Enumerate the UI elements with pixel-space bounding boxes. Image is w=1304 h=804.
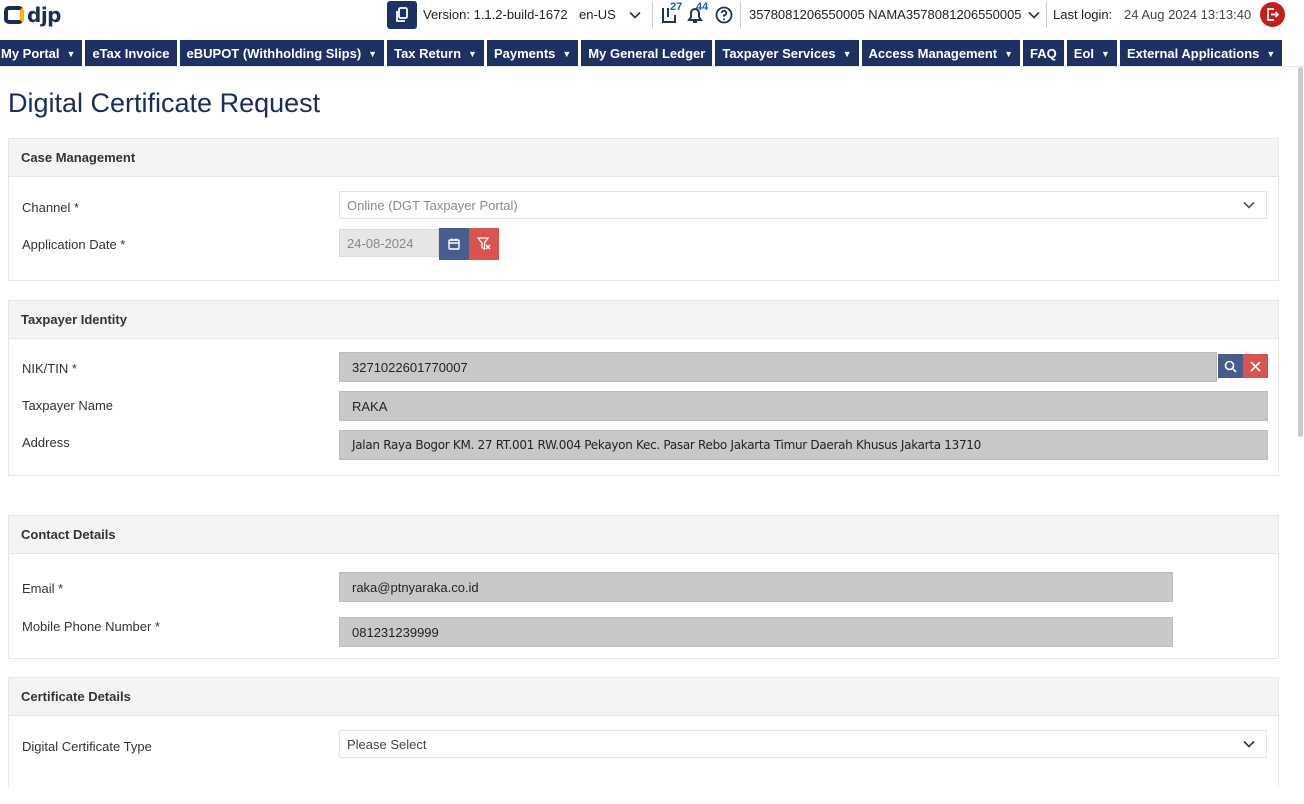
help-icon[interactable] xyxy=(715,6,733,24)
caret-down-icon: ▼ xyxy=(562,48,572,59)
nav-item-etax-invoice[interactable]: eTax Invoice xyxy=(85,40,177,67)
nav-item-label: Tax Return xyxy=(394,46,462,61)
documents-badge: 27 xyxy=(670,1,683,13)
djp-logo[interactable]: djp xyxy=(4,2,62,28)
copy-icon xyxy=(396,7,408,22)
certificate-type-select[interactable]: Please Select xyxy=(339,730,1267,758)
clear-date-button[interactable] xyxy=(469,228,499,260)
certificate-details-section: Certificate Details Digital Certificate … xyxy=(8,677,1279,787)
logout-icon xyxy=(1267,8,1280,21)
last-login-label: Last login: xyxy=(1053,7,1113,22)
certificate-type-label: Digital Certificate Type xyxy=(22,739,152,754)
search-button[interactable] xyxy=(1218,354,1243,378)
channel-value: Online (DGT Taxpayer Portal) xyxy=(347,197,518,213)
page-title: Digital Certificate Request xyxy=(8,88,321,118)
calendar-icon xyxy=(448,238,460,250)
application-date-label: Application Date * xyxy=(22,237,126,252)
version-text: Version: 1.1.2-build-1672 xyxy=(423,7,568,22)
notifications-badge: 44 xyxy=(696,1,709,13)
taxpayer-name-label: Taxpayer Name xyxy=(22,398,114,413)
nav-item-access-management[interactable]: Access Management ▼ xyxy=(861,40,1021,67)
case-management-section: Case Management Channel * Online (DGT Ta… xyxy=(8,138,1279,281)
clear-button[interactable] xyxy=(1243,354,1268,378)
page-scrollbar[interactable] xyxy=(1296,67,1304,757)
channel-select[interactable]: Online (DGT Taxpayer Portal) xyxy=(339,191,1267,219)
nav-item-payments[interactable]: Payments ▼ xyxy=(486,40,579,67)
nav-item-label: eBUPOT (Withholding Slips) xyxy=(186,46,362,61)
section-title: Taxpayer Identity xyxy=(9,301,1278,339)
section-title: Certificate Details xyxy=(9,678,1278,716)
search-icon xyxy=(1224,360,1237,373)
nav-item-my-portal[interactable]: My Portal ▼ xyxy=(0,40,83,67)
chevron-down-icon[interactable] xyxy=(628,8,642,22)
caret-down-icon: ▼ xyxy=(1004,48,1014,59)
divider xyxy=(652,2,653,28)
nav-item-faq[interactable]: FAQ xyxy=(1023,40,1064,67)
main-navigation: My Portal ▼ eTax Invoice eBUPOT (Withholdin… xyxy=(0,40,1285,67)
caret-down-icon: ▼ xyxy=(468,48,477,59)
nav-item-label: FAQ xyxy=(1030,46,1057,61)
caret-down-icon: ▼ xyxy=(66,48,76,59)
divider xyxy=(1046,2,1047,28)
application-date-input[interactable]: 24-08-2024 xyxy=(339,229,439,257)
chevron-down-icon xyxy=(1243,201,1255,209)
language-select[interactable]: en-US xyxy=(579,7,616,22)
certificate-type-placeholder: Please Select xyxy=(347,736,427,752)
caret-down-icon: ▼ xyxy=(368,48,378,59)
caret-down-icon: ▼ xyxy=(1266,48,1276,59)
nav-item-ebupot-withholding-slips[interactable]: eBUPOT (Withholding Slips) ▼ xyxy=(179,40,385,67)
calendar-button[interactable] xyxy=(439,228,469,260)
taxpayer-identity-section: Taxpayer Identity NIK/TIN * 327102260177… xyxy=(8,300,1279,476)
copy-button[interactable] xyxy=(387,1,417,29)
nav-divider xyxy=(0,66,1304,67)
nav-item-my-general-ledger[interactable]: My General Ledger xyxy=(581,40,713,67)
email-input[interactable]: raka@ptnyaraka.co.id xyxy=(339,572,1173,602)
logo-icon xyxy=(4,6,24,24)
address-label: Address xyxy=(22,435,70,450)
mobile-phone-label: Mobile Phone Number * xyxy=(22,619,161,634)
address-field: Jalan Raya Bogor KM. 27 RT.001 RW.004 Pe… xyxy=(339,430,1268,460)
chevron-down-icon xyxy=(1243,740,1255,748)
nav-item-label: eTax Invoice xyxy=(92,46,170,61)
logo-text: djp xyxy=(27,3,62,27)
divider xyxy=(740,2,741,28)
section-title: Case Management xyxy=(9,139,1278,177)
nav-item-tax-return[interactable]: Tax Return ▼ xyxy=(387,40,484,67)
filter-clear-icon xyxy=(477,237,491,251)
nav-item-external-applications[interactable]: External Applications ▼ xyxy=(1119,40,1283,67)
nik-input[interactable]: 3271022601770007 xyxy=(339,352,1217,382)
section-title: Contact Details xyxy=(9,516,1278,554)
user-account-menu[interactable]: 3578081206550005 NAMA3578081206550005 xyxy=(749,7,1022,22)
contact-details-section: Contact Details Email * raka@ptnyaraka.c… xyxy=(8,515,1279,659)
caret-down-icon: ▼ xyxy=(842,48,852,59)
nik-label: NIK/TIN * xyxy=(22,361,77,376)
last-login-value: 24 Aug 2024 13:13:40 xyxy=(1124,7,1252,22)
close-icon xyxy=(1250,360,1261,372)
nav-item-label: Access Management xyxy=(868,46,998,61)
scrollbar-thumb[interactable] xyxy=(1298,67,1303,437)
top-bar: djp Version: 1.1.2-build-1672 en-US 27 4… xyxy=(0,0,1304,32)
nav-item-label: Payments xyxy=(493,46,556,61)
nav-item-eoi[interactable]: EoI ▼ xyxy=(1066,40,1117,67)
nav-item-label: My Portal xyxy=(1,46,60,61)
nav-item-taxpayer-services[interactable]: Taxpayer Services ▼ xyxy=(715,40,859,67)
channel-label: Channel * xyxy=(22,200,80,215)
nav-item-label: Taxpayer Services xyxy=(722,46,836,61)
chevron-down-icon[interactable] xyxy=(1027,8,1041,22)
nav-item-label: External Applications xyxy=(1126,46,1260,61)
nav-item-label: My General Ledger xyxy=(588,46,706,61)
logout-button[interactable] xyxy=(1260,2,1285,27)
email-label: Email * xyxy=(22,581,64,596)
nav-item-label: EoI xyxy=(1073,46,1095,61)
taxpayer-name-field: RAKA xyxy=(339,391,1268,421)
caret-down-icon: ▼ xyxy=(1101,48,1110,59)
mobile-phone-input[interactable]: 081231239999 xyxy=(339,617,1173,647)
